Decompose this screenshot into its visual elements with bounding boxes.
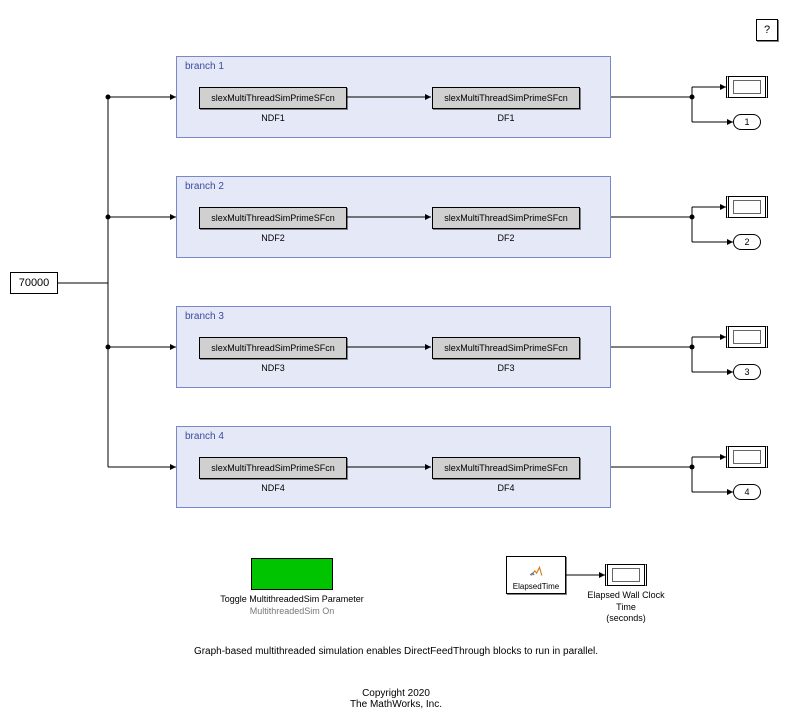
- sfunction-block-df3[interactable]: slexMultiThreadSimPrimeSFcn: [432, 337, 580, 359]
- sfunction-block-ndf4[interactable]: slexMultiThreadSimPrimeSFcn: [199, 457, 347, 479]
- subsystem-branch-3[interactable]: branch 3 slexMultiThreadSimPrimeSFcn NDF…: [176, 306, 611, 388]
- clock-display-block[interactable]: [605, 564, 647, 586]
- model-canvas: ? 70000 branch 1 slexMultiThreadSimPrime…: [0, 0, 792, 727]
- constant-block[interactable]: 70000: [10, 272, 58, 294]
- help-button[interactable]: ?: [756, 19, 778, 41]
- outport-3[interactable]: 3: [733, 364, 761, 380]
- outport-1[interactable]: 1: [733, 114, 761, 130]
- scope-block-4[interactable]: [726, 446, 768, 468]
- sfunction-block-df1[interactable]: slexMultiThreadSimPrimeSFcn: [432, 87, 580, 109]
- block-caption: NDF1: [199, 113, 347, 123]
- toggle-caption: Toggle MultithreadedSim Parameter Multit…: [202, 594, 382, 617]
- sfunction-block-df4[interactable]: slexMultiThreadSimPrimeSFcn: [432, 457, 580, 479]
- outport-4[interactable]: 4: [733, 484, 761, 500]
- block-caption: DF1: [432, 113, 580, 123]
- elapsed-block-label: ElapsedTime: [513, 582, 559, 591]
- block-caption: DF2: [432, 233, 580, 243]
- sfunction-block-ndf1[interactable]: slexMultiThreadSimPrimeSFcn: [199, 87, 347, 109]
- block-caption: NDF4: [199, 483, 347, 493]
- branch-title: branch 3: [185, 311, 224, 322]
- block-caption: DF4: [432, 483, 580, 493]
- sfunction-block-ndf2[interactable]: slexMultiThreadSimPrimeSFcn: [199, 207, 347, 229]
- sfunction-block-df2[interactable]: slexMultiThreadSimPrimeSFcn: [432, 207, 580, 229]
- block-caption: NDF3: [199, 363, 347, 373]
- subsystem-branch-4[interactable]: branch 4 slexMultiThreadSimPrimeSFcn NDF…: [176, 426, 611, 508]
- branch-title: branch 2: [185, 181, 224, 192]
- subsystem-branch-2[interactable]: branch 2 slexMultiThreadSimPrimeSFcn NDF…: [176, 176, 611, 258]
- footer-description: Graph-based multithreaded simulation ena…: [146, 646, 646, 657]
- branch-title: branch 4: [185, 431, 224, 442]
- block-caption: DF3: [432, 363, 580, 373]
- scope-block-3[interactable]: [726, 326, 768, 348]
- scope-block-1[interactable]: [726, 76, 768, 98]
- outport-2[interactable]: 2: [733, 234, 761, 250]
- matlab-icon: [529, 565, 543, 579]
- footer-copyright: Copyright 2020 The MathWorks, Inc.: [146, 688, 646, 710]
- block-caption: NDF2: [199, 233, 347, 243]
- branch-title: branch 1: [185, 61, 224, 72]
- scope-block-2[interactable]: [726, 196, 768, 218]
- sfunction-block-ndf3[interactable]: slexMultiThreadSimPrimeSFcn: [199, 337, 347, 359]
- elapsed-time-block[interactable]: ElapsedTime: [506, 556, 566, 594]
- subsystem-branch-1[interactable]: branch 1 slexMultiThreadSimPrimeSFcn NDF…: [176, 56, 611, 138]
- clock-caption: Elapsed Wall Clock Time (seconds): [580, 590, 672, 625]
- toggle-multithreaded-button[interactable]: [251, 558, 333, 590]
